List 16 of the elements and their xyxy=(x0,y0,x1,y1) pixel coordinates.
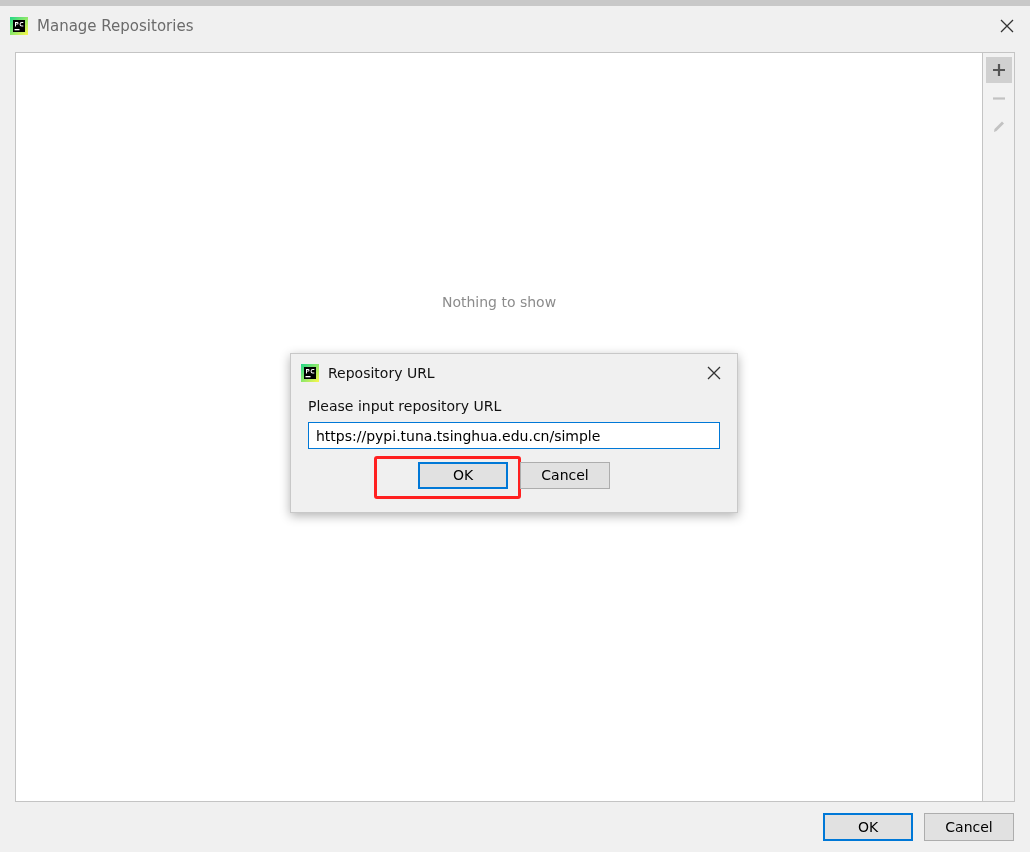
dialog-button[interactable]: Cancel xyxy=(924,813,1014,841)
url-input-field[interactable]: https://pypi.tuna.tsinghua.edu.cn/simple xyxy=(308,422,720,449)
dialog-button[interactable]: OK xyxy=(823,813,913,841)
remove-icon xyxy=(992,96,1005,100)
empty-list-text: Nothing to show xyxy=(441,292,557,312)
app-logo-icon xyxy=(10,17,28,35)
dialog-button[interactable]: OK xyxy=(418,462,508,489)
prompt-label: Please input repository URL xyxy=(308,397,503,416)
add-button[interactable] xyxy=(985,57,1012,83)
add-icon xyxy=(990,62,1007,78)
dialog-button[interactable]: Cancel xyxy=(520,462,610,489)
dialog-title: Repository URL xyxy=(328,363,435,383)
close-icon xyxy=(1000,19,1014,33)
close-icon xyxy=(707,366,721,380)
window-title: Manage Repositories xyxy=(37,15,194,37)
app-logo-icon xyxy=(301,364,319,382)
